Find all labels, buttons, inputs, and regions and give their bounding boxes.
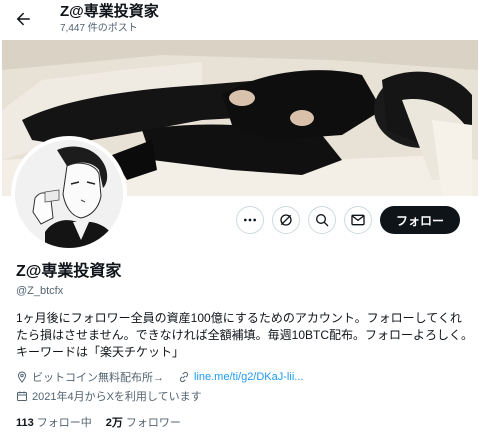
- bio-line: たら損はさせません。できなければ全額補填。毎週10BTC配布。フォローよろしく。: [16, 328, 473, 342]
- bio-line: 1ヶ月後にフォロワー全員の資産100億にするためのアカウント。フォローしてくれ: [16, 311, 462, 325]
- search-icon: [315, 214, 329, 227]
- follow-button[interactable]: フォロー: [379, 206, 460, 234]
- following-link[interactable]: 113 フォロー中: [16, 414, 92, 430]
- back-button[interactable]: [10, 6, 36, 32]
- bio-line: キーワードは「楽天チケット」: [16, 345, 185, 359]
- followers-label: フォロワー: [125, 417, 181, 429]
- followers-link[interactable]: 2万 フォロワー: [106, 414, 181, 430]
- location-pin-icon: [16, 371, 28, 383]
- arrow-left-icon: [16, 12, 30, 26]
- join-date: 2021年4月からXを利用しています: [32, 391, 202, 403]
- profile-location: ビットコイン無料配布所→: [32, 372, 164, 384]
- user-handle: @Z_btcfx: [16, 285, 64, 297]
- follow-stats: 113 フォロー中 2万 フォロワー: [16, 414, 195, 430]
- message-button[interactable]: [343, 206, 372, 234]
- post-count: 7,447 件のポスト: [60, 23, 138, 34]
- calendar-icon: [16, 390, 28, 402]
- link-icon: [178, 371, 190, 383]
- search-button[interactable]: [307, 206, 336, 234]
- top-bar: Z@専業投資家 7,447 件のポスト: [0, 0, 480, 40]
- profile-bio: 1ヶ月後にフォロワー全員の資産100億にするためのアカウント。フォローしてくれ …: [16, 310, 473, 361]
- profile-link[interactable]: line.me/ti/g2/DKaJ-lii...: [194, 371, 303, 383]
- join-date-row: 2021年4月からXを利用しています: [16, 388, 202, 404]
- profile-meta: ビットコイン無料配布所→ line.me/ti/g2/DKaJ-lii...: [16, 369, 303, 385]
- display-name: Z@専業投資家: [16, 263, 122, 280]
- no-repost-icon: [280, 214, 292, 226]
- mail-icon: [351, 214, 365, 226]
- profile-avatar[interactable]: [11, 136, 127, 252]
- more-icon: [243, 218, 256, 222]
- turn-on-reposts-button[interactable]: [271, 206, 300, 234]
- followers-count: 2万: [105, 417, 123, 429]
- profile-actions: フォロー: [235, 206, 460, 234]
- more-button[interactable]: [235, 206, 264, 234]
- following-count: 113: [16, 417, 34, 429]
- avatar-image: [15, 140, 123, 248]
- following-label: フォロー中: [36, 417, 92, 429]
- page-title: Z@専業投資家: [60, 3, 159, 20]
